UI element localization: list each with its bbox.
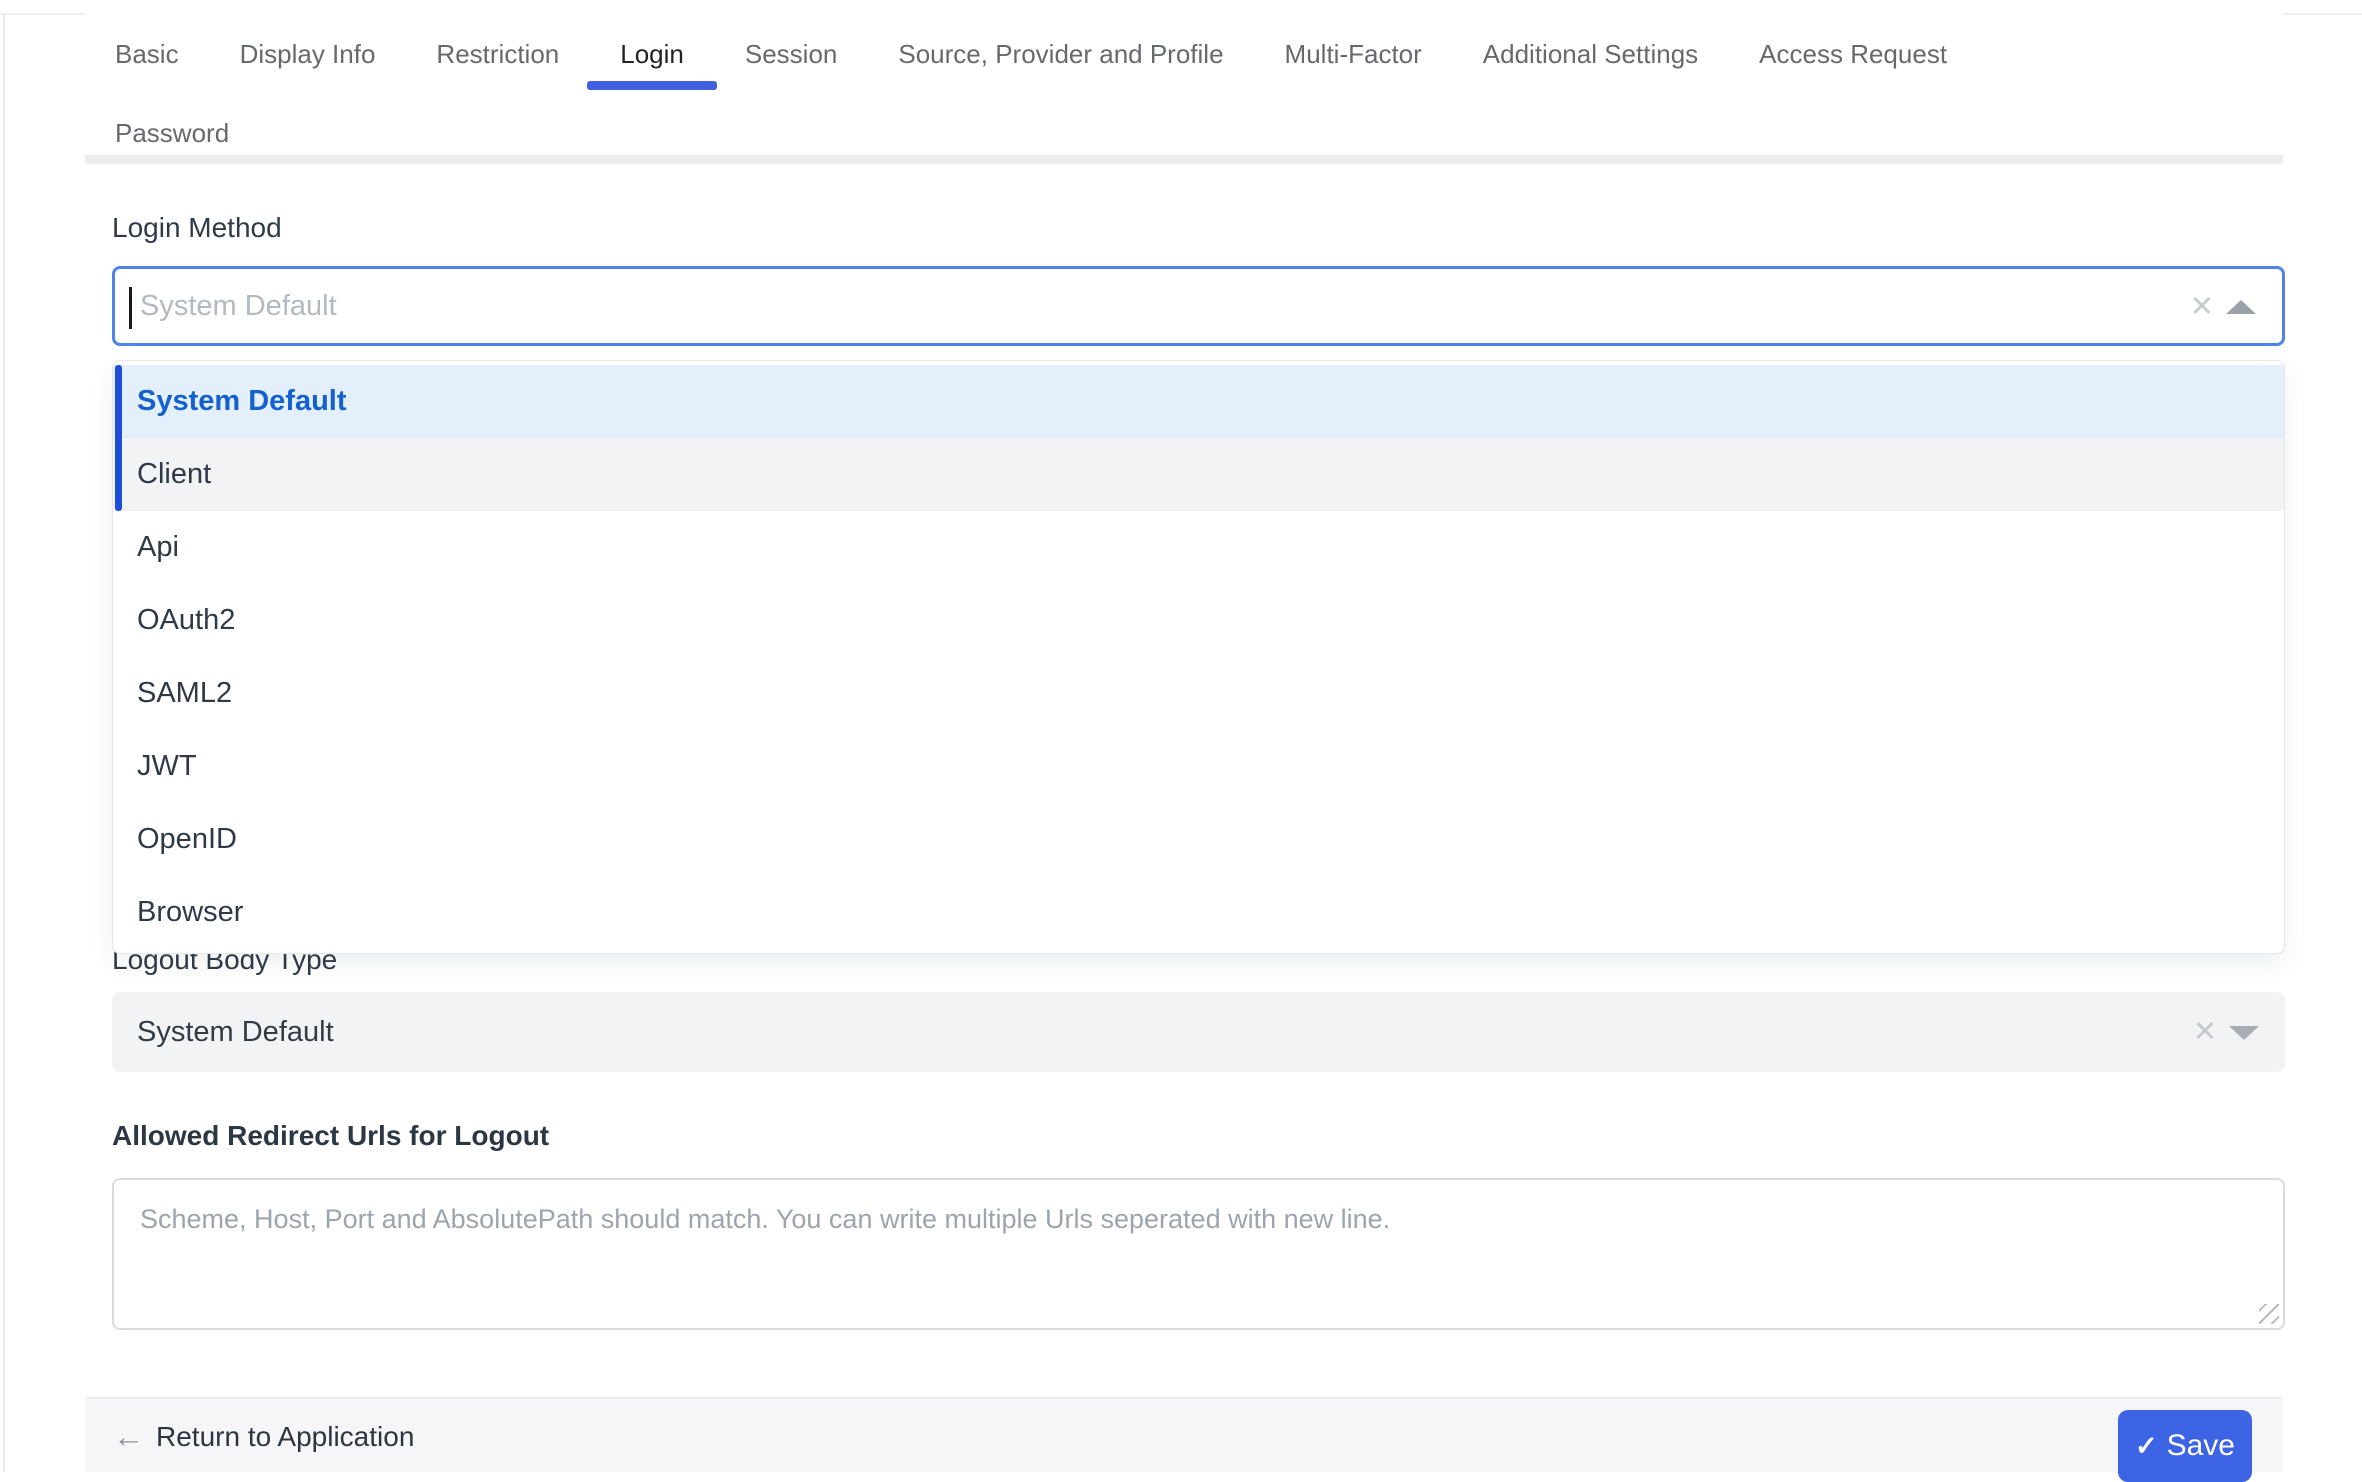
tab-access-request[interactable]: Access Request [1757, 23, 1949, 102]
login-method-dropdown: System Default Client Api OAuth2 SAML2 J… [112, 360, 2285, 954]
clear-icon[interactable]: ✕ [2193, 992, 2217, 1072]
option-system-default[interactable]: System Default [113, 365, 2284, 438]
save-button-label: Save [2167, 1429, 2235, 1463]
arrow-left-icon: ← [113, 1419, 144, 1455]
tab-basic[interactable]: Basic [113, 23, 181, 102]
check-icon: ✓ [2135, 1431, 2158, 1462]
chevron-up-icon[interactable] [2226, 300, 2256, 314]
option-jwt[interactable]: JWT [113, 730, 2284, 803]
tab-bar-bottom-strip [85, 155, 2283, 164]
option-openid[interactable]: OpenID [113, 803, 2284, 876]
tab-source-provider-profile[interactable]: Source, Provider and Profile [896, 23, 1225, 102]
form-footer: ← Return to Application ✓ Save [85, 1397, 2283, 1472]
tab-session[interactable]: Session [743, 23, 840, 102]
tab-multi-factor[interactable]: Multi-Factor [1283, 23, 1424, 102]
allowed-redirect-urls-label: Allowed Redirect Urls for Logout [112, 1120, 549, 1152]
option-client[interactable]: Client [113, 438, 2284, 511]
tab-login[interactable]: Login [618, 23, 686, 102]
login-method-select[interactable]: System Default ✕ [112, 266, 2285, 346]
login-method-placeholder: System Default [140, 269, 337, 343]
login-method-label: Login Method [112, 212, 282, 244]
redirect-urls-textarea[interactable]: Scheme, Host, Port and AbsolutePath shou… [112, 1178, 2285, 1330]
redirect-urls-placeholder: Scheme, Host, Port and AbsolutePath shou… [140, 1204, 1390, 1235]
logout-body-type-select[interactable]: System Default ✕ [112, 992, 2285, 1072]
tab-restriction[interactable]: Restriction [434, 23, 561, 102]
text-cursor [129, 287, 132, 329]
tab-password[interactable]: Password [113, 102, 231, 181]
selected-indicator-bar [115, 365, 122, 511]
tab-display-info[interactable]: Display Info [238, 23, 378, 102]
return-to-application-label: Return to Application [156, 1421, 414, 1453]
clear-icon[interactable]: ✕ [2190, 269, 2214, 345]
option-oauth2[interactable]: OAuth2 [113, 584, 2284, 657]
option-browser[interactable]: Browser [113, 876, 2284, 949]
chevron-down-icon[interactable] [2229, 1026, 2259, 1040]
logout-body-type-value: System Default [137, 992, 334, 1072]
option-saml2[interactable]: SAML2 [113, 657, 2284, 730]
return-to-application-link[interactable]: ← Return to Application [113, 1399, 414, 1474]
page-left-divider [3, 13, 5, 1472]
tab-additional-settings[interactable]: Additional Settings [1481, 23, 1700, 102]
resize-handle[interactable] [2259, 1304, 2279, 1324]
option-api[interactable]: Api [113, 511, 2284, 584]
save-button[interactable]: ✓ Save [2118, 1410, 2252, 1482]
